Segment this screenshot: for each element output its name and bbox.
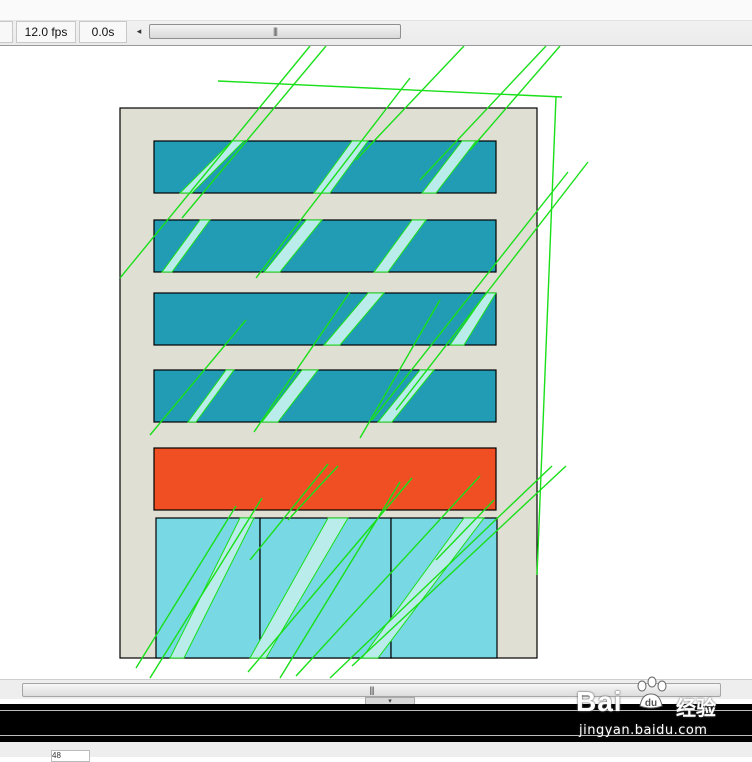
orange-sign-band bbox=[153, 447, 497, 511]
properties-panel: 48 bbox=[0, 742, 752, 762]
building-artwork[interactable] bbox=[0, 46, 752, 679]
scroll-left-arrow-icon[interactable]: ◂ bbox=[133, 24, 145, 38]
timeline-scrollbar-thumb[interactable]: ||| bbox=[149, 24, 401, 39]
watermark-text: 经验 bbox=[676, 696, 716, 720]
property-field[interactable]: 48 bbox=[51, 750, 90, 762]
elapsed-time-display: 0.0s bbox=[79, 21, 127, 43]
window-band-3 bbox=[153, 292, 497, 346]
grip-icon: ||| bbox=[272, 26, 278, 36]
paw-label: du bbox=[645, 698, 657, 709]
window-band-2 bbox=[153, 219, 497, 273]
baidu-watermark: Bai du 经验 jingyan.baidu.com bbox=[576, 676, 748, 742]
door-panel-right bbox=[390, 517, 498, 659]
paw-icon: du bbox=[637, 676, 667, 709]
stage-canvas[interactable] bbox=[0, 46, 752, 679]
timeline-header-strip bbox=[0, 0, 752, 21]
window-band-4 bbox=[153, 369, 497, 423]
watermark-logo: Bai bbox=[576, 686, 623, 717]
grip-icon: ||| bbox=[369, 685, 374, 695]
watermark-url: jingyan.baidu.com bbox=[579, 723, 708, 738]
frame-rate-display[interactable]: 12.0 fps bbox=[16, 21, 76, 43]
timeline-status-bar: 12.0 fps 0.0s ◂ ||| bbox=[0, 0, 752, 46]
frame-cell bbox=[0, 21, 13, 43]
guide-line bbox=[536, 96, 557, 576]
